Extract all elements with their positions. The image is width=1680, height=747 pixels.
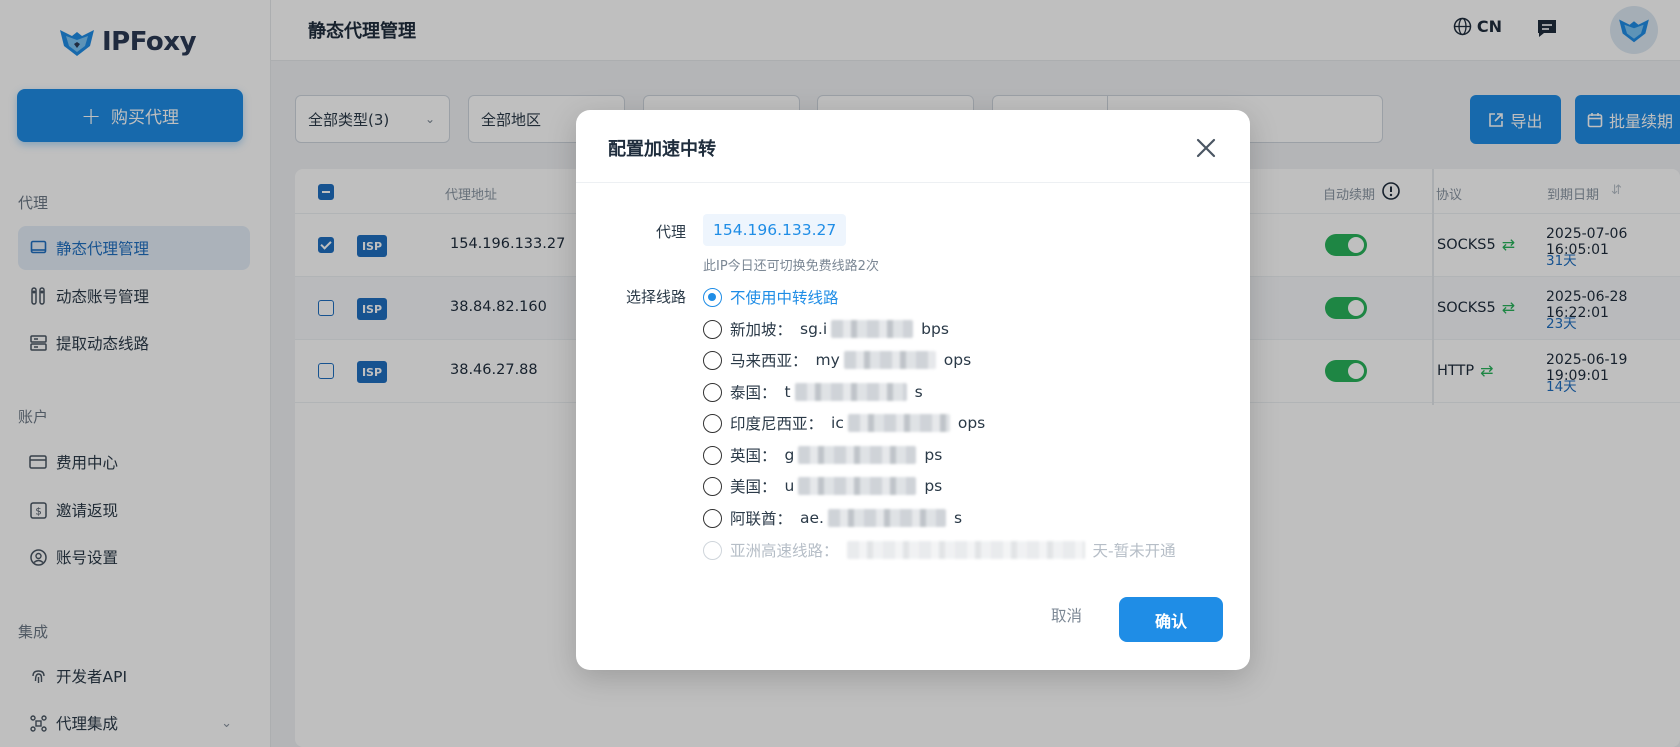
route-option-prefix: g [784,446,795,464]
route-option-uae[interactable]: 阿联酋： ae. s [703,506,962,530]
route-option-suffix: ops [957,414,986,432]
proxy-value: 154.196.133.27 [703,214,847,246]
confirm-button[interactable]: 确认 [1119,597,1223,642]
route-option-prefix: t [784,383,791,401]
redacted-text [847,414,950,432]
route-option-label: 新加坡： [730,321,793,339]
dialog-title: 配置加速中转 [608,139,716,160]
route-option-suffix: ops [943,351,972,369]
radio-button[interactable] [703,319,722,339]
redacted-text [827,509,946,527]
route-option-suffix: bps [921,320,949,338]
route-option-uk[interactable]: 英国： g ps [703,443,942,467]
switch-hint: 此IP今日还可切换免费线路2次 [703,259,879,274]
close-icon[interactable] [1192,134,1220,162]
route-option-suffix: 天-暂未开通 [1092,542,1176,560]
route-option-label: 印度尼西亚： [730,415,824,433]
proxy-label: 代理 [655,223,686,241]
redacted-text [843,351,936,369]
route-option-label: 亚洲高速线路： [730,542,839,560]
radio-button[interactable] [703,382,722,402]
route-option-suffix: ps [924,477,943,495]
route-option-prefix: ae. [800,509,824,527]
route-option-prefix: sg.i [800,320,828,338]
route-option-indonesia[interactable]: 印度尼西亚： ic ops [703,411,985,435]
dialog-divider [576,182,1250,183]
radio-button[interactable] [703,508,722,528]
route-option-none[interactable]: 不使用中转线路 [703,285,839,309]
route-option-singapore[interactable]: 新加坡： sg.i bps [703,317,949,341]
route-label: 选择线路 [625,288,686,306]
radio-button[interactable] [703,350,722,370]
cancel-button[interactable]: 取消 [1051,604,1082,626]
route-option-suffix: ps [924,446,943,464]
route-option-malaysia[interactable]: 马来西亚： my ops [703,348,971,372]
radio-button[interactable] [703,445,722,465]
radio-button [703,540,722,560]
redacted-text [798,446,917,464]
redacted-text [831,320,914,338]
route-option-suffix: s [953,509,963,527]
route-option-label: 马来西亚： [730,352,808,370]
radio-button[interactable] [703,287,722,307]
redacted-text [798,477,917,495]
radio-button[interactable] [703,413,722,433]
route-option-label: 美国： [730,478,777,496]
route-option-label: 不使用中转线路 [730,289,839,307]
route-option-suffix: s [914,383,923,401]
route-option-prefix: ic [831,414,844,432]
redacted-text [846,541,1085,559]
redacted-text [794,383,907,401]
route-option-thailand[interactable]: 泰国： t s [703,380,923,404]
relay-config-dialog: 配置加速中转 代理 154.196.133.27 此IP今日还可切换免费线路2次… [576,110,1250,670]
route-option-label: 阿联酋： [730,510,793,528]
route-option-prefix: u [784,477,795,495]
route-option-label: 泰国： [730,384,777,402]
radio-button[interactable] [703,476,722,496]
route-option-prefix: my [815,351,840,369]
route-option-asia-highspeed: 亚洲高速线路： 天-暂未开通 [703,538,1176,562]
route-option-usa[interactable]: 美国： u ps [703,474,942,498]
route-option-label: 英国： [730,447,777,465]
